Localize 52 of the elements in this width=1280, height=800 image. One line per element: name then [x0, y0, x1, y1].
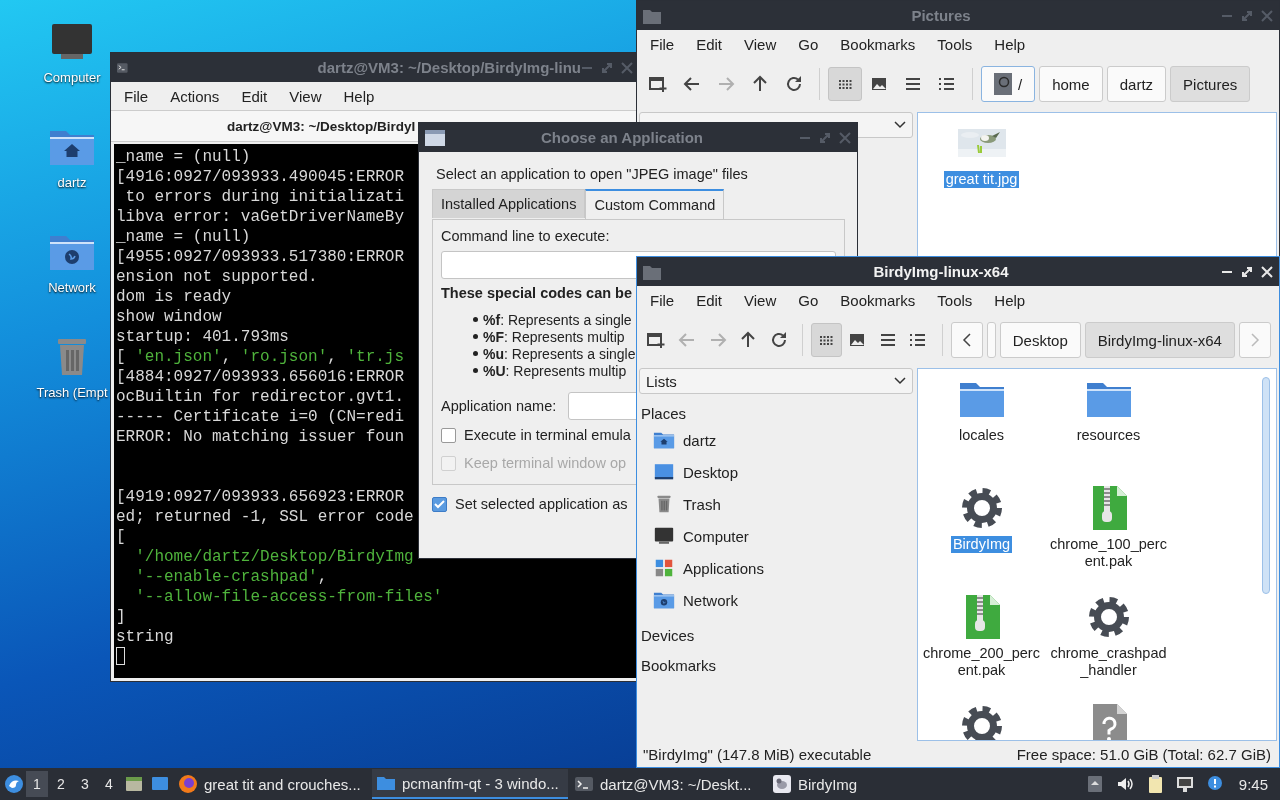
field-label: Command line to execute:	[441, 228, 611, 244]
terminal-line: to errors during initializati	[124, 187, 405, 207]
terminal-line: '--enable-crashpad',	[134, 567, 328, 587]
place-label: Trash	[683, 495, 721, 513]
terminal-line: ocBuiltin for redirector.gvt1.	[116, 387, 405, 407]
status-text: "BirdyImg" (147.8 MiB) executable	[643, 745, 872, 763]
terminal-line: ----- Certificate i=0 (CN=redi	[116, 407, 405, 427]
place-label: Applications	[683, 559, 764, 577]
place-label: Computer	[683, 527, 749, 545]
terminal-line: [4955:0927/093933.517380:ERROR	[116, 247, 405, 267]
task-label: great tit and crouches...	[204, 775, 361, 793]
code-description: %f: Represents a single	[483, 311, 632, 328]
path-label: /	[1018, 75, 1023, 93]
terminal-line: [4884:0927/093933.656016:ERROR	[116, 367, 405, 387]
option-label: Set selected application as	[455, 496, 628, 512]
terminal-line: '--allow-file-access-from-files'	[134, 587, 443, 607]
terminal-line: '/home/dartz/Desktop/BirdyImg	[134, 547, 414, 567]
window-title: dartz@VM3: ~/Desktop/BirdyImg-linu	[316, 59, 581, 76]
code-description: %u: Represents a single	[483, 345, 636, 362]
place-label: Network	[683, 591, 738, 609]
terminal-line: string	[116, 627, 174, 647]
terminal-line: show window	[116, 307, 222, 327]
terminal-line: [ 'en.json', 'ro.json', 'tr.js	[116, 347, 405, 367]
terminal-line: ension not supported.	[116, 267, 318, 287]
place-label: Desktop	[683, 463, 739, 481]
task-label: pcmanfm-qt - 3 windo...	[402, 774, 559, 792]
terminal-line: startup: 401.793ms	[116, 327, 289, 347]
window-title: BirdyImg-linux-x64	[872, 263, 1010, 280]
task-label: dartz@VM3: ~/Deskt...	[600, 775, 752, 793]
window-title: Pictures	[910, 7, 972, 24]
option-label: Execute in terminal emula	[464, 427, 631, 443]
codes-heading: These special codes can be	[441, 285, 632, 301]
free-space-text: Free space: 51.0 GiB (Total: 62.7 GiB)	[1016, 745, 1271, 763]
code-description: %U: Represents multip	[483, 362, 627, 379]
terminal-line: ]	[116, 607, 126, 627]
option-label: Keep terminal window op	[464, 455, 626, 471]
dialog-prompt: Select an application to open "JPEG image" files	[435, 165, 748, 184]
terminal-line: _name = (null)	[116, 227, 251, 247]
place-label: dartz	[683, 431, 717, 449]
terminal-line: [4919:0927/093933.656923:ERROR	[116, 487, 405, 507]
terminal-line: libva error: vaGetDriverNameBy	[116, 207, 405, 227]
window-title: Choose an Application	[540, 129, 704, 146]
task-label: BirdyImg	[798, 775, 858, 793]
terminal-line: [4916:0927/093933.490045:ERROR	[116, 167, 405, 187]
terminal-line: _name = (null)	[116, 147, 251, 167]
code-description: %F: Represents multip	[483, 328, 625, 345]
terminal-line: [	[116, 527, 126, 547]
dropdown-label: Lists	[646, 372, 677, 390]
field-label: Application name:	[441, 398, 557, 414]
terminal-line: ERROR: No matching issuer foun	[116, 427, 405, 447]
terminal-line: dom is ready	[116, 287, 232, 307]
terminal-line: ed; returned -1, SSL error code	[116, 507, 414, 527]
